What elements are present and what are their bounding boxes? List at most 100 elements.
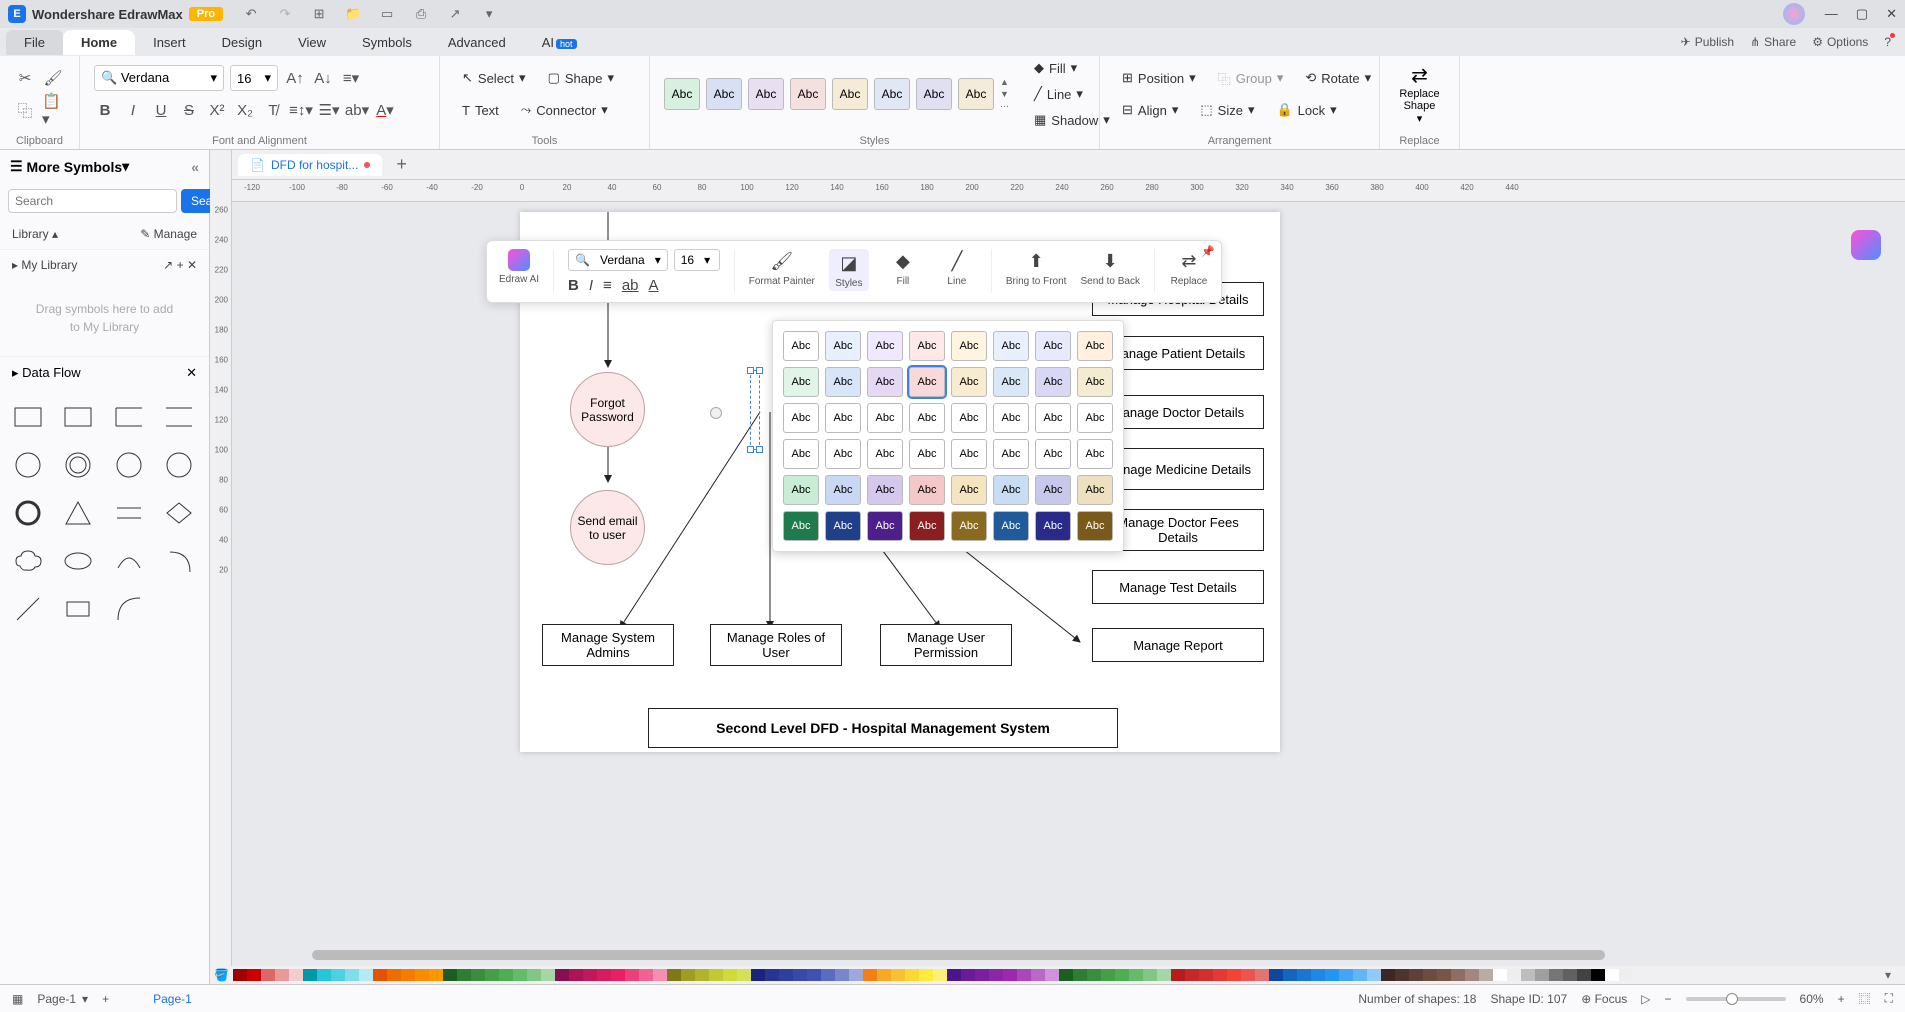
close-dataflow-icon[interactable]: ✕ (186, 365, 197, 381)
style-swatch[interactable]: Abc (825, 511, 861, 541)
underline-icon[interactable]: U (150, 99, 172, 121)
color-swatch[interactable] (919, 969, 933, 981)
color-swatch[interactable] (373, 969, 387, 981)
add-lib-icon[interactable]: + (177, 258, 184, 272)
style-swatch[interactable]: Abc (993, 439, 1029, 469)
float-send-back[interactable]: ⬇Send to Back (1080, 249, 1139, 287)
style-swatch[interactable]: Abc (1035, 331, 1071, 361)
color-swatch[interactable] (261, 969, 275, 981)
style-swatch[interactable]: Abc (1035, 367, 1071, 397)
style-swatch[interactable]: Abc (993, 511, 1029, 541)
copy-icon[interactable]: ⿻ (14, 99, 36, 121)
color-swatch[interactable] (387, 969, 401, 981)
shape-rect[interactable] (8, 397, 48, 437)
style-swatch[interactable]: Abc (783, 403, 819, 433)
selection-handles[interactable] (750, 370, 760, 450)
color-swatch[interactable] (1073, 969, 1087, 981)
color-swatch[interactable] (1199, 969, 1213, 981)
color-swatch[interactable] (555, 969, 569, 981)
style-swatch[interactable]: Abc (993, 367, 1029, 397)
color-swatch[interactable] (1549, 969, 1563, 981)
cut-icon[interactable]: ✂ (14, 67, 36, 89)
manage-link[interactable]: ✎ Manage (140, 227, 197, 241)
color-swatch[interactable] (709, 969, 723, 981)
color-swatch[interactable] (471, 969, 485, 981)
color-swatch[interactable] (1143, 969, 1157, 981)
color-swatch[interactable] (1563, 969, 1577, 981)
color-swatch[interactable] (597, 969, 611, 981)
style-swatch[interactable]: Abc (916, 78, 952, 110)
color-swatch[interactable] (849, 969, 863, 981)
canvas[interactable]: Forgot Password Send email to user Manag… (232, 202, 1905, 962)
color-swatch[interactable] (975, 969, 989, 981)
minimize-button[interactable]: — (1825, 6, 1838, 22)
style-swatch[interactable]: Abc (1077, 367, 1113, 397)
color-swatch[interactable] (429, 969, 443, 981)
color-swatch[interactable] (863, 969, 877, 981)
color-swatch[interactable] (723, 969, 737, 981)
style-swatch[interactable]: Abc (783, 331, 819, 361)
data-flow-toggle[interactable]: ▸ Data Flow (12, 365, 81, 381)
qat-dropdown-icon[interactable]: ▾ (481, 6, 497, 22)
shape-circle2[interactable] (109, 445, 149, 485)
zoom-out-icon[interactable]: − (1665, 992, 1672, 1006)
color-swatch[interactable] (331, 969, 345, 981)
shape-rect-open[interactable] (109, 397, 149, 437)
shape-ellipse[interactable] (58, 541, 98, 581)
shape-rect2[interactable] (58, 397, 98, 437)
horizontal-scrollbar[interactable] (232, 948, 1905, 962)
color-swatch[interactable] (1521, 969, 1535, 981)
maximize-button[interactable]: ▢ (1856, 6, 1868, 22)
lock-dropdown[interactable]: 🔒 Lock ▾ (1268, 98, 1344, 122)
paste-icon[interactable]: 📋▾ (42, 99, 64, 121)
style-swatch[interactable]: Abc (909, 439, 945, 469)
node-manage-roles[interactable]: Manage Roles of User (710, 624, 842, 666)
replace-shape-button[interactable]: ⇄ Replace Shape ▾ (1394, 62, 1445, 126)
color-swatch[interactable] (695, 969, 709, 981)
text-tool[interactable]: T Text (454, 99, 507, 122)
color-swatch[interactable] (1437, 969, 1451, 981)
color-swatch[interactable] (1353, 969, 1367, 981)
color-swatch[interactable] (1017, 969, 1031, 981)
color-swatch[interactable] (401, 969, 415, 981)
style-swatch[interactable]: Abc (951, 367, 987, 397)
style-swatch[interactable]: Abc (951, 331, 987, 361)
style-swatch[interactable]: Abc (951, 439, 987, 469)
shape-diamond[interactable] (159, 493, 199, 533)
position-dropdown[interactable]: ⊞ Position ▾ (1114, 66, 1204, 90)
open-icon[interactable]: 📁 (345, 6, 361, 22)
color-swatch[interactable] (1213, 969, 1227, 981)
style-swatch[interactable]: Abc (951, 475, 987, 505)
rotate-dropdown[interactable]: ⟲ Rotate ▾ (1297, 66, 1379, 90)
color-swatch[interactable] (289, 969, 303, 981)
shape-arc2[interactable] (159, 541, 199, 581)
color-swatch[interactable] (1311, 969, 1325, 981)
style-swatch[interactable]: Abc (825, 367, 861, 397)
color-swatch[interactable] (457, 969, 471, 981)
color-swatch[interactable] (1381, 969, 1395, 981)
library-dropdown[interactable]: Library ▴ (12, 227, 58, 241)
color-swatch[interactable] (1577, 969, 1591, 981)
clear-format-icon[interactable]: T̸ (262, 99, 284, 121)
line-spacing-icon[interactable]: ≡↕▾ (290, 99, 312, 121)
bold-icon[interactable]: B (94, 99, 116, 121)
style-swatch[interactable]: Abc (993, 331, 1029, 361)
style-swatch[interactable]: Abc (1077, 511, 1113, 541)
case-icon[interactable]: ab▾ (346, 99, 368, 121)
color-swatch[interactable] (737, 969, 751, 981)
style-swatch[interactable]: Abc (874, 78, 910, 110)
style-swatch[interactable]: Abc (832, 78, 868, 110)
style-swatch[interactable]: Abc (867, 403, 903, 433)
font-select[interactable]: 🔍 Verdana▾ (94, 65, 224, 91)
node-manage-report[interactable]: Manage Report (1092, 628, 1264, 662)
style-swatch[interactable]: Abc (867, 439, 903, 469)
style-swatch[interactable]: Abc (825, 475, 861, 505)
color-swatch[interactable] (751, 969, 765, 981)
color-swatch[interactable] (1185, 969, 1199, 981)
float-styles[interactable]: ◪Styles (829, 249, 869, 291)
play-icon[interactable]: ▷ (1641, 992, 1650, 1006)
size-dropdown[interactable]: ⬚ Size ▾ (1192, 98, 1262, 122)
color-swatch[interactable] (1269, 969, 1283, 981)
save-icon[interactable]: ▭ (379, 6, 395, 22)
group-dropdown[interactable]: ⿻ Group ▾ (1210, 65, 1292, 92)
